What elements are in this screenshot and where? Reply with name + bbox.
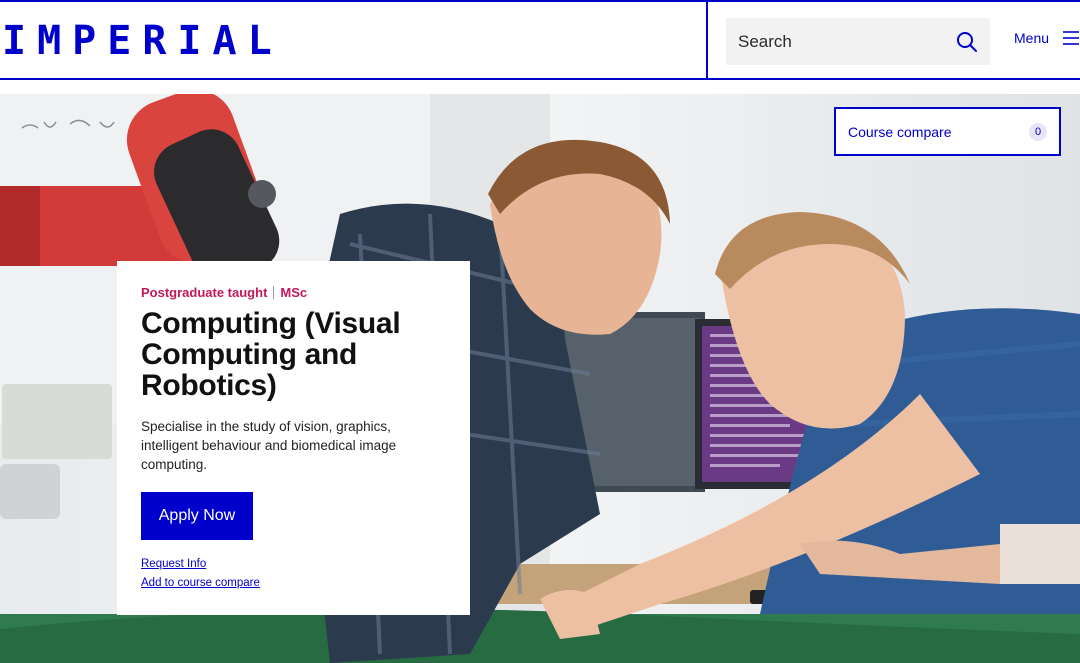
hamburger-icon <box>1063 31 1080 45</box>
course-info-card: Postgraduate taught MSc Computing (Visua… <box>117 261 470 615</box>
course-title: Computing (Visual Computing and Robotics… <box>141 307 401 402</box>
header-divider <box>706 2 708 80</box>
add-to-course-compare-link[interactable]: Add to course compare <box>141 574 446 593</box>
apply-now-button[interactable]: Apply Now <box>141 492 253 540</box>
imperial-logo[interactable]: IMPERIAL <box>2 21 283 61</box>
request-info-link[interactable]: Request Info <box>141 555 446 574</box>
course-type-label: Postgraduate taught <box>141 285 268 300</box>
kicker-separator <box>273 286 275 299</box>
search-box[interactable]: Search <box>726 18 990 65</box>
course-compare-button[interactable]: Course compare 0 <box>834 107 1061 156</box>
course-compare-count-badge: 0 <box>1029 122 1047 141</box>
card-links: Request Info Add to course compare <box>141 555 446 593</box>
course-description: Specialise in the study of vision, graph… <box>141 419 397 472</box>
search-icon[interactable] <box>956 31 978 53</box>
menu-button[interactable]: Menu <box>1014 28 1080 48</box>
course-kicker: Postgraduate taught MSc <box>141 285 446 300</box>
site-header: IMPERIAL Search Menu <box>0 0 1080 80</box>
degree-type-label: MSc <box>280 285 308 300</box>
menu-label: Menu <box>1014 30 1050 46</box>
search-input[interactable]: Search <box>738 32 956 52</box>
course-compare-label: Course compare <box>848 123 952 140</box>
